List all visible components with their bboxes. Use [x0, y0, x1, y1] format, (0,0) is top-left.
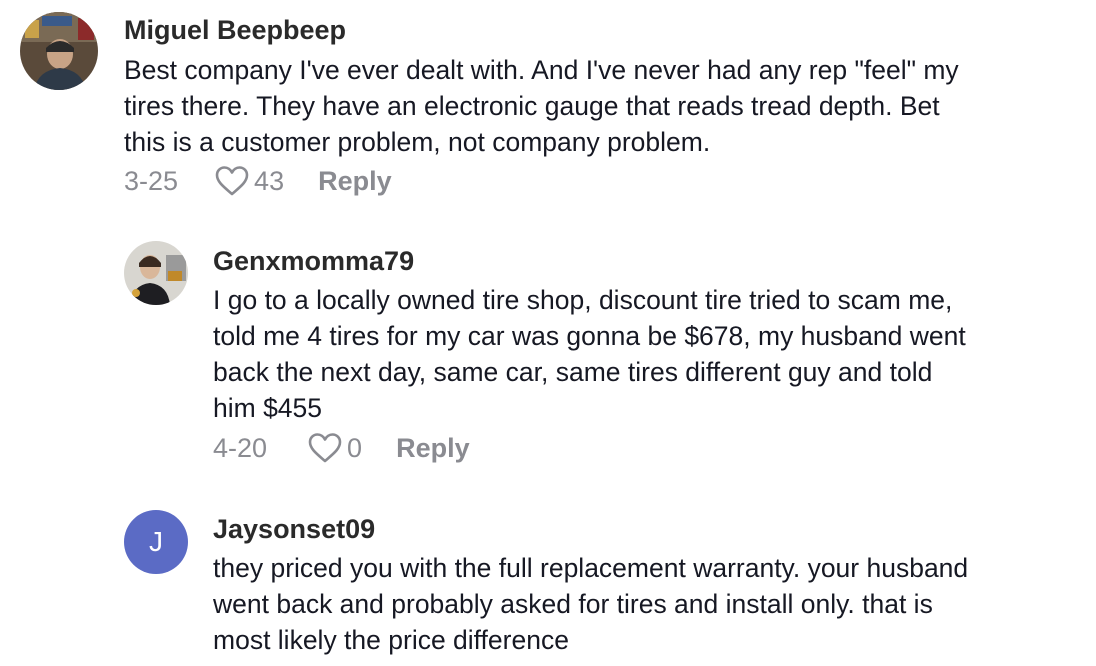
comment-text-line: tires there. They have an electronic gau… [124, 91, 940, 121]
reply-button[interactable]: Reply [318, 166, 392, 197]
comment-username[interactable]: Genxmomma79 [213, 246, 414, 277]
comment-text-line: this is a customer problem, not company … [124, 127, 711, 157]
comment-date: 3-25 [124, 165, 179, 196]
comment-item: Miguel Beepbeep Best company I've ever d… [0, 0, 1096, 210]
comment-text: Best company I've ever dealt with. And I… [124, 52, 959, 160]
comment-meta: 4-20 0 Reply [213, 432, 470, 464]
comment-meta: 3-25 43 Reply [124, 165, 392, 197]
like-count: 0 [347, 432, 363, 463]
avatar[interactable] [20, 12, 98, 90]
reply-button[interactable]: Reply [396, 433, 470, 464]
reply-comment-item: Genxmomma79 I go to a locally owned tire… [0, 230, 1096, 480]
avatar-photo [124, 241, 188, 305]
comment-text-line: I go to a locally owned tire shop, disco… [213, 285, 953, 315]
comment-text-line: they priced you with the full replacemen… [213, 553, 969, 583]
comment-text: they priced you with the full replacemen… [213, 550, 968, 658]
comment-text-line: Best company I've ever dealt with. And I… [124, 55, 959, 85]
comment-text: I go to a locally owned tire shop, disco… [213, 282, 966, 426]
avatar-letter: J [149, 526, 163, 557]
heart-outline-icon[interactable] [214, 165, 250, 197]
avatar[interactable] [124, 241, 188, 305]
comment-text-line: told me 4 tires for my car was gonna be … [213, 321, 966, 351]
comment-text-line: most likely the price difference [213, 625, 569, 655]
comment-text-line: him $455 [213, 393, 323, 423]
comment-text-line: went back and probably asked for tires a… [213, 589, 933, 619]
comment-username[interactable]: Jaysonset09 [213, 514, 375, 545]
comment-text-line: back the next day, same car, same tires … [213, 357, 933, 387]
avatar-photo [20, 12, 98, 90]
like-count: 43 [254, 165, 285, 196]
comment-date: 4-20 [213, 432, 268, 463]
heart-outline-icon[interactable] [307, 432, 343, 464]
reply-comment-item: J Jaysonset09 they priced you with the f… [0, 500, 1096, 666]
comment-username[interactable]: Miguel Beepbeep [124, 15, 346, 46]
avatar[interactable]: J [124, 510, 188, 574]
